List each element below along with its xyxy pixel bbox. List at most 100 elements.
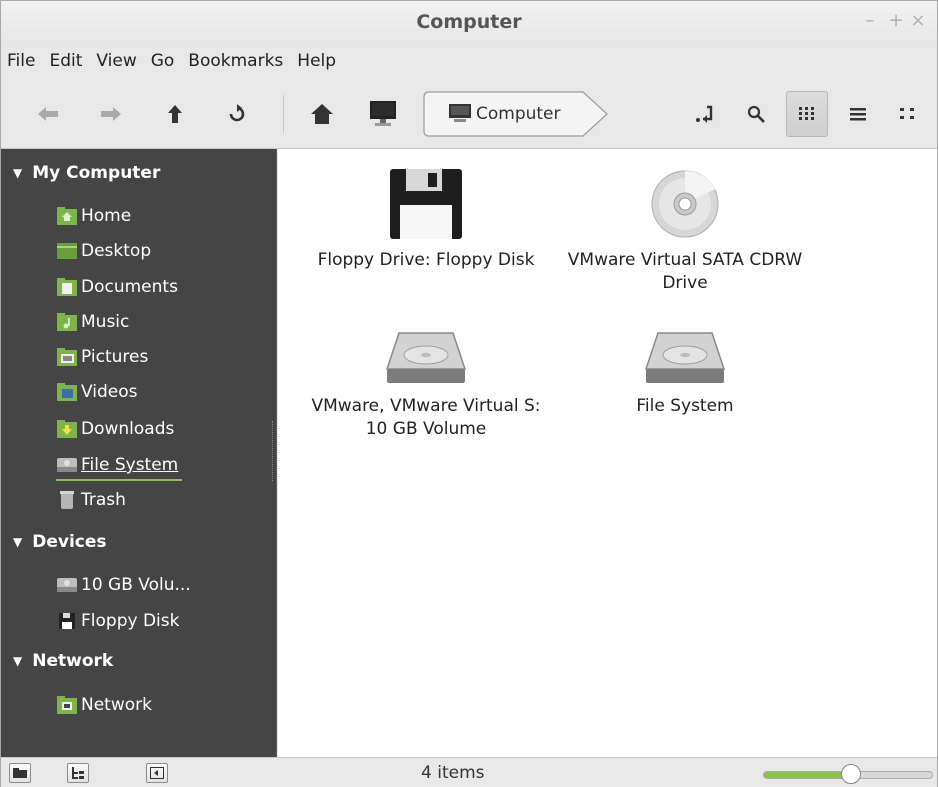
sidebar-item-10gb-volume[interactable]: 10 GB Volu...: [56, 571, 191, 599]
compact-icon: [900, 108, 914, 119]
sidebar-section-label: Devices: [32, 532, 107, 552]
arrow-left-icon: [38, 107, 58, 121]
file-item-10gb-volume[interactable]: VMware, VMware Virtual S: 10 GB Volume: [306, 331, 546, 441]
expander-down-icon: ▼: [13, 535, 23, 549]
grid-icon: [799, 107, 814, 120]
sidebar-item-label: Network: [81, 695, 152, 715]
sidebar-item-label: Pictures: [81, 347, 149, 367]
zoom-slider-handle[interactable]: [841, 764, 862, 784]
videos-folder-icon: [56, 382, 78, 402]
reload-icon: [229, 104, 245, 122]
toolbar-separator: [283, 95, 284, 133]
home-button[interactable]: [305, 97, 339, 131]
close-button[interactable]: ×: [907, 10, 929, 31]
file-view-area[interactable]: Floppy Drive: Floppy Disk VMware Virtual…: [278, 149, 937, 757]
sidebar-item-label: Floppy Disk: [81, 611, 180, 631]
floppy-icon: [390, 169, 462, 239]
list-icon: [850, 108, 866, 121]
path-bar-label: Computer: [476, 104, 561, 124]
sidebar-section-label: Network: [32, 651, 114, 671]
menu-bookmarks[interactable]: Bookmarks: [186, 45, 291, 77]
trash-icon: [56, 490, 78, 510]
desktop-folder-icon: [56, 241, 78, 261]
sidebar: ▼ My Computer Home Desktop Documents Mus…: [1, 149, 277, 757]
cdrom-icon: [651, 170, 719, 238]
sidebar-section-my-computer[interactable]: ▼ My Computer: [13, 163, 160, 183]
maximize-button[interactable]: +: [885, 10, 907, 31]
sidebar-item-label: Documents: [81, 277, 178, 297]
sidebar-item-label: Home: [81, 206, 132, 226]
sidebar-item-home[interactable]: Home: [56, 202, 131, 230]
icon-view-button[interactable]: [786, 91, 828, 137]
file-item-file-system[interactable]: File System: [565, 331, 805, 418]
sidebar-item-label: Downloads: [81, 419, 175, 439]
toggle-location-entry-button[interactable]: [689, 97, 723, 131]
arrow-right-icon: [101, 107, 121, 121]
tree-icon: [72, 767, 84, 779]
documents-folder-icon: [56, 277, 78, 297]
harddisk-icon: [385, 332, 467, 383]
pane-splitter-handle[interactable]: [272, 421, 276, 481]
sidebar-item-floppy-disk[interactable]: Floppy Disk: [56, 607, 179, 635]
computer-icon: [370, 101, 396, 126]
sidebar-item-pictures[interactable]: Pictures: [56, 343, 148, 371]
reload-button[interactable]: [220, 97, 254, 131]
sidebar-item-label: Desktop: [81, 241, 152, 261]
home-folder-icon: [56, 206, 78, 226]
sidebar-section-label: My Computer: [32, 163, 161, 183]
path-bar-computer[interactable]: Computer: [423, 91, 611, 137]
status-bar: 4 items: [1, 757, 937, 787]
menu-bar: File Edit View Go Bookmarks Help: [1, 45, 937, 77]
forward-button[interactable]: [94, 97, 128, 131]
show-places-button[interactable]: [9, 763, 31, 783]
floppy-icon: [56, 611, 78, 631]
harddisk-icon: [644, 332, 726, 383]
sidebar-item-label: Videos: [81, 382, 138, 402]
computer-button[interactable]: [366, 97, 400, 131]
music-folder-icon: [56, 312, 78, 332]
sidebar-item-label: Trash: [81, 490, 126, 510]
expander-down-icon: ▼: [13, 654, 23, 668]
show-tree-button[interactable]: [67, 763, 89, 783]
menu-file[interactable]: File: [5, 45, 43, 77]
file-item-label: VMware Virtual SATA CDRW Drive: [567, 250, 803, 293]
file-item-cdrw-drive[interactable]: VMware Virtual SATA CDRW Drive: [565, 167, 805, 295]
sidebar-item-videos[interactable]: Videos: [56, 378, 138, 406]
sidebar-item-music[interactable]: Music: [56, 308, 129, 336]
sidebar-section-devices[interactable]: ▼ Devices: [13, 532, 107, 552]
menu-help[interactable]: Help: [295, 45, 344, 77]
list-view-button[interactable]: [837, 91, 879, 137]
menu-edit[interactable]: Edit: [47, 45, 90, 77]
sidebar-item-downloads[interactable]: Downloads: [56, 415, 174, 443]
sidebar-item-desktop[interactable]: Desktop: [56, 237, 151, 265]
home-icon: [311, 104, 333, 124]
file-item-label: VMware, VMware Virtual S: 10 GB Volume: [311, 396, 541, 439]
sidebar-item-label: Music: [81, 312, 130, 332]
zoom-slider-fill: [764, 772, 852, 778]
computer-icon: [449, 104, 471, 122]
file-item-label: File System: [636, 396, 734, 416]
sidebar-toggle-icon: [150, 767, 164, 779]
sidebar-item-trash[interactable]: Trash: [56, 486, 126, 514]
pictures-folder-icon: [56, 347, 78, 367]
menu-go[interactable]: Go: [149, 45, 183, 77]
file-item-floppy-drive[interactable]: Floppy Drive: Floppy Disk: [306, 167, 546, 272]
toggle-sidebar-button[interactable]: [146, 763, 168, 783]
expander-down-icon: ▼: [13, 166, 23, 180]
sidebar-item-documents[interactable]: Documents: [56, 273, 178, 301]
minimize-button[interactable]: –: [859, 10, 881, 31]
folder-icon: [13, 768, 27, 778]
up-button[interactable]: [158, 97, 192, 131]
window-title: Computer: [416, 11, 522, 33]
sidebar-item-file-system[interactable]: File System: [56, 451, 183, 481]
sidebar-item-label: File System: [81, 455, 179, 475]
compact-view-button[interactable]: [887, 91, 929, 137]
file-manager-window: Computer – + × File Edit View Go Bookmar…: [0, 0, 938, 787]
search-button[interactable]: [739, 97, 773, 131]
back-button[interactable]: [31, 97, 65, 131]
search-icon: [747, 105, 765, 123]
menu-view[interactable]: View: [94, 45, 144, 77]
sidebar-item-network[interactable]: Network: [56, 691, 152, 719]
sidebar-section-network[interactable]: ▼ Network: [13, 651, 113, 671]
title-bar[interactable]: Computer – + ×: [1, 1, 937, 45]
